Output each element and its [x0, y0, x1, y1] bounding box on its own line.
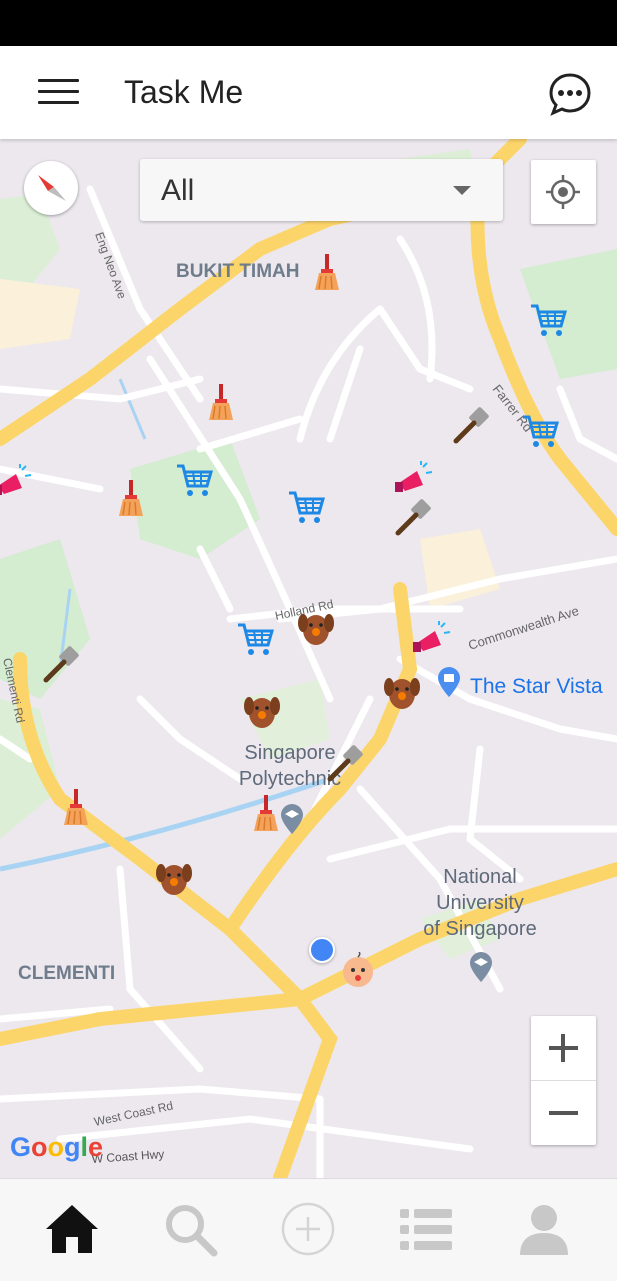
- school-pin-icon[interactable]: [468, 951, 494, 988]
- spatula-icon[interactable]: [326, 745, 364, 788]
- megaphone-icon[interactable]: [0, 464, 32, 509]
- status-bar: [0, 0, 617, 46]
- broom-icon[interactable]: [115, 480, 149, 525]
- home-icon[interactable]: [42, 1199, 102, 1259]
- area-label-bukit-timah: BUKIT TIMAH: [176, 261, 300, 282]
- profile-icon[interactable]: [514, 1199, 574, 1259]
- spatula-icon[interactable]: [452, 407, 490, 450]
- place-label-star-vista[interactable]: The Star Vista: [470, 674, 603, 700]
- filter-selected-value: All: [161, 174, 195, 207]
- shopping-cart-icon[interactable]: [175, 462, 213, 503]
- area-label-clementi: CLEMENTI: [18, 963, 116, 984]
- list-icon[interactable]: [396, 1199, 456, 1259]
- broom-icon[interactable]: [205, 384, 239, 429]
- add-icon[interactable]: [278, 1199, 338, 1259]
- road-label-commonwealth-ave: Commonwealth Ave: [466, 603, 580, 653]
- my-location-icon: [546, 175, 580, 209]
- chat-bubble-icon[interactable]: [548, 72, 592, 116]
- baby-icon[interactable]: [339, 951, 377, 995]
- zoom-controls: [531, 1016, 596, 1145]
- map-view[interactable]: Eng Neo Ave Farrer Rd Holland Rd Commonw…: [0, 139, 617, 1178]
- search-icon[interactable]: [160, 1199, 220, 1259]
- broom-icon[interactable]: [311, 254, 345, 299]
- dog-icon[interactable]: [243, 692, 281, 737]
- zoom-in-button[interactable]: [531, 1016, 596, 1080]
- dog-icon[interactable]: [383, 673, 421, 718]
- chevron-down-icon: [453, 186, 471, 195]
- shopping-cart-icon[interactable]: [521, 413, 559, 454]
- google-logo: Google: [10, 1132, 104, 1162]
- megaphone-icon[interactable]: [411, 621, 451, 666]
- zoom-out-button[interactable]: [531, 1081, 596, 1145]
- road-label-west-coast-rd: West Coast Rd: [93, 1099, 175, 1129]
- megaphone-icon[interactable]: [393, 461, 433, 506]
- broom-icon[interactable]: [60, 789, 94, 834]
- app-bar: Task Me: [0, 46, 617, 139]
- dog-icon[interactable]: [297, 609, 335, 654]
- broom-icon[interactable]: [250, 795, 284, 840]
- user-location-dot: [309, 937, 335, 963]
- my-location-button[interactable]: [531, 160, 596, 224]
- shopping-cart-icon[interactable]: [287, 489, 325, 530]
- shopping-pin-icon[interactable]: [436, 666, 462, 703]
- shopping-cart-icon[interactable]: [529, 302, 567, 343]
- map-base: Eng Neo Ave Farrer Rd Holland Rd Commonw…: [0, 139, 617, 1178]
- spatula-icon[interactable]: [42, 646, 80, 689]
- compass-icon[interactable]: [24, 161, 78, 215]
- place-label-nus: National University of Singapore: [423, 866, 537, 940]
- dog-icon[interactable]: [155, 859, 193, 904]
- app-title: Task Me: [124, 74, 244, 110]
- hamburger-menu-icon[interactable]: [38, 79, 79, 105]
- shopping-cart-icon[interactable]: [236, 621, 274, 662]
- category-filter-dropdown[interactable]: All: [140, 159, 503, 221]
- bottom-navigation: [0, 1178, 617, 1281]
